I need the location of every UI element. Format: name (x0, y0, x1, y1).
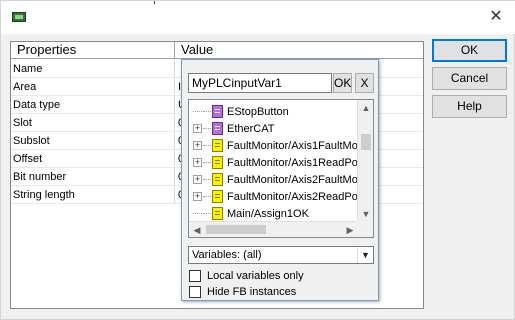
program-variable-icon (212, 207, 223, 220)
property-name: Area (11, 78, 175, 95)
horizontal-scroll-thumb[interactable] (206, 225, 266, 234)
program-variable-icon (212, 190, 223, 203)
expand-icon[interactable]: + (193, 192, 202, 201)
tree-connector (193, 103, 202, 112)
expand-icon[interactable]: + (193, 158, 202, 167)
title-tick (154, 1, 155, 4)
program-variable-icon (212, 173, 223, 186)
tree-connector (203, 111, 211, 112)
header-value[interactable]: Value (175, 42, 423, 58)
header-properties[interactable]: Properties (11, 42, 175, 58)
tree-connector (203, 213, 211, 214)
horizontal-scrollbar[interactable]: ◀ ▶ (189, 221, 358, 237)
scroll-up-icon[interactable]: ▲ (358, 100, 373, 116)
tree-item-label: EtherCAT (227, 122, 275, 135)
tree-connector (203, 162, 211, 163)
tree-item-label: FaultMonitor/Axis1FaultMon (227, 139, 359, 152)
expand-icon[interactable]: + (193, 175, 202, 184)
tree-item[interactable]: + FaultMonitor/Axis2ReadPos (189, 188, 359, 205)
variable-name-input[interactable]: MyPLCinputVar1 (188, 73, 332, 93)
variable-picker-popup: MyPLCinputVar1 OK X EStopButton + EtherCAT… (181, 59, 379, 301)
io-variable-icon (212, 122, 223, 135)
local-variables-checkbox-row[interactable]: Local variables only (189, 269, 304, 283)
property-name: Bit number (11, 168, 175, 185)
vertical-scrollbar[interactable]: ▲ ▼ (357, 100, 373, 222)
tree-item-label: FaultMonitor/Axis2ReadPos (227, 190, 359, 203)
tree-connector (203, 128, 211, 129)
variable-tree: EStopButton + EtherCAT + FaultMonitor/Axis1F… (188, 99, 374, 238)
tree-item-label: FaultMonitor/Axis1ReadPos (227, 156, 359, 169)
help-button[interactable]: Help (432, 95, 507, 118)
tree-item[interactable]: + FaultMonitor/Axis1ReadPos (189, 154, 359, 171)
tree-item-label: Main/Assign1OK (227, 207, 309, 220)
app-icon (12, 12, 26, 22)
property-name: Data type (11, 96, 175, 113)
program-variable-icon (212, 156, 223, 169)
property-name: Subslot (11, 132, 175, 149)
property-name: String length (11, 186, 175, 203)
tree-connector (203, 145, 211, 146)
ok-button[interactable]: OK (432, 39, 507, 62)
tree-item-label: FaultMonitor/Axis2FaultMon (227, 173, 359, 186)
tree-connector (203, 179, 211, 180)
tree-item[interactable]: Main/Assign1OK (189, 205, 359, 222)
tree-item[interactable]: + FaultMonitor/Axis1FaultMon (189, 137, 359, 154)
local-variables-checkbox[interactable] (189, 270, 201, 282)
tree-item[interactable]: + FaultMonitor/Axis2FaultMon (189, 171, 359, 188)
tree-item[interactable]: EStopButton (189, 103, 359, 120)
hide-fb-checkbox[interactable] (189, 286, 201, 298)
property-name: Name (11, 60, 175, 77)
scroll-left-icon[interactable]: ◀ (189, 222, 205, 237)
local-variables-label[interactable]: Local variables only (207, 270, 304, 282)
property-name: Slot (11, 114, 175, 131)
io-variable-icon (212, 105, 223, 118)
tree-item-label: EStopButton (227, 105, 289, 118)
title-bar: ✕ (1, 1, 515, 34)
dialog-window: ✕ Properties Value NameAreaIData typeUSl… (0, 0, 515, 320)
expand-icon[interactable]: + (193, 124, 202, 133)
chevron-down-icon[interactable]: ▼ (357, 247, 373, 263)
properties-header: Properties Value (11, 42, 423, 59)
tree-connector (203, 196, 211, 197)
close-icon[interactable]: ✕ (486, 7, 506, 27)
hide-fb-checkbox-row[interactable]: Hide FB instances (189, 285, 296, 299)
tree-connector (193, 205, 202, 214)
expand-icon[interactable]: + (193, 141, 202, 150)
tree-item[interactable]: + EtherCAT (189, 120, 359, 137)
program-variable-icon (212, 139, 223, 152)
hide-fb-label[interactable]: Hide FB instances (207, 286, 296, 298)
vertical-scroll-thumb[interactable] (361, 134, 371, 150)
property-name: Offset (11, 150, 175, 167)
scroll-corner (356, 220, 373, 237)
popup-ok-button[interactable]: OK (333, 73, 352, 93)
popup-close-button[interactable]: X (355, 73, 374, 93)
cancel-button[interactable]: Cancel (432, 67, 507, 90)
variable-filter-select[interactable]: Variables: (all) ▼ (188, 246, 374, 264)
filter-select-value: Variables: (all) (192, 249, 262, 261)
